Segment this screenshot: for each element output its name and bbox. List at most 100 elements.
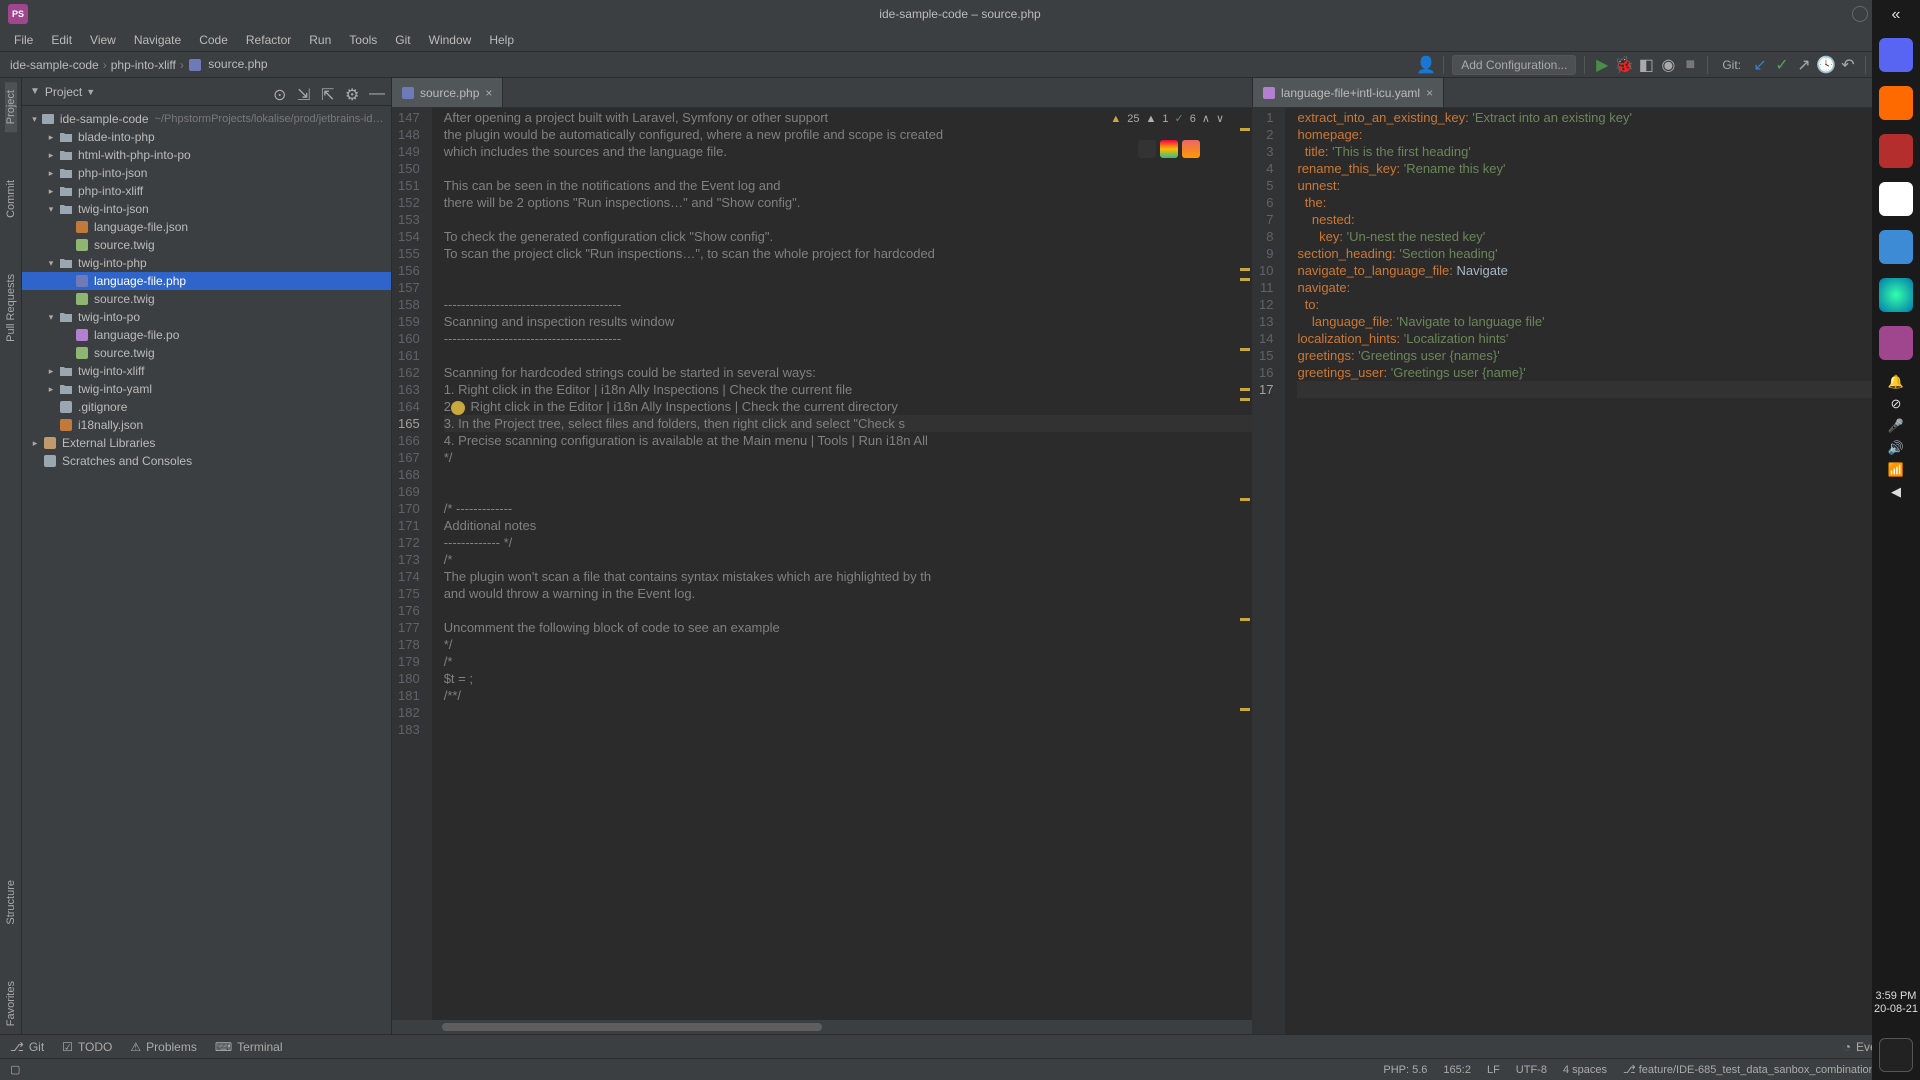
tree-item[interactable]: language-file.po [22, 326, 391, 344]
status-branch[interactable]: ⎇ feature/IDE-685_test_data_sanbox_combi… [1623, 1063, 1880, 1076]
breadcrumb[interactable]: php-into-xliff [107, 58, 180, 72]
inspections-widget[interactable]: ▲25 ▲1 ✓6 ∧ ∨ [1110, 112, 1224, 125]
profile-icon[interactable]: ◉ [1659, 56, 1677, 74]
tree-item[interactable]: ▾ide-sample-code~/PhpstormProjects/lokal… [22, 110, 391, 128]
collapse-all-icon[interactable]: ⇱ [321, 85, 335, 99]
tree-item[interactable]: source.twig [22, 344, 391, 362]
status-encoding[interactable]: UTF-8 [1516, 1064, 1547, 1076]
tree-item[interactable]: Scratches and Consoles [22, 452, 391, 470]
history-icon[interactable]: 🕓 [1817, 56, 1835, 74]
discord-icon[interactable] [1879, 38, 1913, 72]
tree-arrow-icon[interactable]: ▸ [44, 132, 58, 143]
git-push-icon[interactable]: ↗ [1795, 56, 1813, 74]
tree-item[interactable]: source.twig [22, 236, 391, 254]
intention-bulb-icon[interactable] [451, 401, 465, 415]
editor-right[interactable]: ✔ 1234567891011121314151617 extract_into… [1252, 108, 1898, 1034]
tree-item[interactable]: ▸php-into-xliff [22, 182, 391, 200]
tree-arrow-icon[interactable]: ▾ [44, 312, 58, 323]
tree-item[interactable]: ▸twig-into-yaml [22, 380, 391, 398]
editor-tab-source-php[interactable]: source.php × [392, 78, 503, 107]
show-tool-windows-icon[interactable]: ▢ [10, 1063, 20, 1076]
phpstorm-icon[interactable] [1879, 326, 1913, 360]
select-opened-icon[interactable]: ⊙ [273, 85, 287, 99]
tree-item[interactable]: ▾twig-into-json [22, 200, 391, 218]
menu-file[interactable]: File [6, 31, 41, 49]
tree-arrow-icon[interactable]: ▸ [44, 186, 58, 197]
menu-git[interactable]: Git [387, 31, 418, 49]
menu-refactor[interactable]: Refactor [238, 31, 299, 49]
menu-window[interactable]: Window [421, 31, 480, 49]
tree-arrow-icon[interactable]: ▸ [44, 168, 58, 179]
notifications-icon[interactable]: 🔔 [1888, 374, 1904, 390]
expand-all-icon[interactable]: ⇲ [297, 85, 311, 99]
favorites-tool-button[interactable]: Favorites [5, 973, 17, 1034]
tree-arrow-icon[interactable]: ▸ [44, 384, 58, 395]
menu-help[interactable]: Help [481, 31, 522, 49]
project-tree[interactable]: ▾ide-sample-code~/PhpstormProjects/lokal… [22, 106, 391, 1034]
back-icon[interactable]: ◀ [1891, 484, 1901, 500]
show-desktop-icon[interactable] [1879, 1038, 1913, 1072]
next-highlight-icon[interactable]: ∨ [1216, 112, 1224, 125]
close-tab-icon[interactable]: × [1426, 86, 1433, 100]
git-tool-button[interactable]: ⎇Git [10, 1040, 44, 1054]
coverage-icon[interactable]: ◧ [1637, 56, 1655, 74]
status-indent[interactable]: 4 spaces [1563, 1064, 1607, 1076]
problems-tool-button[interactable]: ⚠Problems [130, 1040, 196, 1054]
menu-navigate[interactable]: Navigate [126, 31, 189, 49]
tree-item[interactable]: source.twig [22, 290, 391, 308]
menu-code[interactable]: Code [191, 31, 236, 49]
breadcrumb[interactable]: ide-sample-code [6, 58, 103, 72]
horizontal-scrollbar[interactable] [392, 1020, 1252, 1034]
user-icon[interactable]: 👤 [1417, 56, 1435, 74]
do-not-disturb-icon[interactable]: ⊘ [1891, 396, 1902, 412]
dropdown-icon[interactable]: ▼ [86, 87, 95, 97]
status-php[interactable]: PHP: 5.6 [1383, 1064, 1427, 1076]
firefox-icon[interactable] [1182, 140, 1200, 158]
wifi-icon[interactable]: 📶 [1888, 462, 1904, 478]
phpstorm-icon[interactable] [1138, 140, 1156, 158]
tree-arrow-icon[interactable]: ▾ [44, 258, 58, 269]
project-tool-button[interactable]: Project [5, 82, 17, 132]
app-icon[interactable] [1879, 134, 1913, 168]
app-icon[interactable] [1879, 230, 1913, 264]
tree-item[interactable]: ▾twig-into-php [22, 254, 391, 272]
editor-tab-yaml[interactable]: language-file+intl-icu.yaml × [1253, 78, 1444, 107]
tree-item[interactable]: ▸php-into-json [22, 164, 391, 182]
close-tab-icon[interactable]: × [485, 86, 492, 100]
volume-icon[interactable]: 🔊 [1888, 440, 1904, 456]
terminal-tool-button[interactable]: ⌨Terminal [215, 1040, 283, 1054]
menu-run[interactable]: Run [301, 31, 339, 49]
add-configuration-button[interactable]: Add Configuration... [1452, 55, 1576, 75]
mic-icon[interactable]: 🎤 [1888, 418, 1904, 434]
breadcrumb[interactable]: source.php [184, 57, 272, 72]
status-position[interactable]: 165:2 [1443, 1064, 1471, 1076]
menu-view[interactable]: View [82, 31, 124, 49]
tree-arrow-icon[interactable]: ▾ [44, 204, 58, 215]
tree-item[interactable]: ▸twig-into-xliff [22, 362, 391, 380]
git-update-icon[interactable]: ↙ [1751, 56, 1769, 74]
prev-highlight-icon[interactable]: ∧ [1202, 112, 1210, 125]
status-line-ending[interactable]: LF [1487, 1064, 1500, 1076]
chrome-icon[interactable] [1160, 140, 1178, 158]
tree-arrow-icon[interactable]: ▸ [28, 438, 42, 449]
structure-tool-button[interactable]: Structure [5, 872, 17, 933]
rollback-icon[interactable]: ↶ [1839, 56, 1857, 74]
tree-arrow-icon[interactable]: ▾ [28, 114, 41, 125]
editor-left[interactable]: ▲25 ▲1 ✓6 ∧ ∨ 14714814915015115215315415… [392, 108, 1252, 1034]
menu-edit[interactable]: Edit [43, 31, 80, 49]
tree-item[interactable]: language-file.php [22, 272, 391, 290]
todo-tool-button[interactable]: ☑TODO [62, 1040, 112, 1054]
tree-arrow-icon[interactable]: ▸ [44, 366, 58, 377]
app-icon[interactable] [1879, 86, 1913, 120]
tree-item[interactable]: ▾twig-into-po [22, 308, 391, 326]
expand-arrow-icon[interactable]: « [1892, 6, 1901, 24]
settings-icon[interactable]: ⚙ [345, 85, 359, 99]
tree-item[interactable]: ▸External Libraries [22, 434, 391, 452]
tree-item[interactable]: ▸html-with-php-into-po [22, 146, 391, 164]
debug-icon[interactable]: 🐞 [1615, 56, 1633, 74]
app-icon[interactable] [1879, 278, 1913, 312]
tree-item[interactable]: ▸blade-into-php [22, 128, 391, 146]
stop-icon[interactable]: ■ [1681, 56, 1699, 74]
collapse-icon[interactable]: ▼ [30, 86, 40, 97]
git-commit-icon[interactable]: ✓ [1773, 56, 1791, 74]
